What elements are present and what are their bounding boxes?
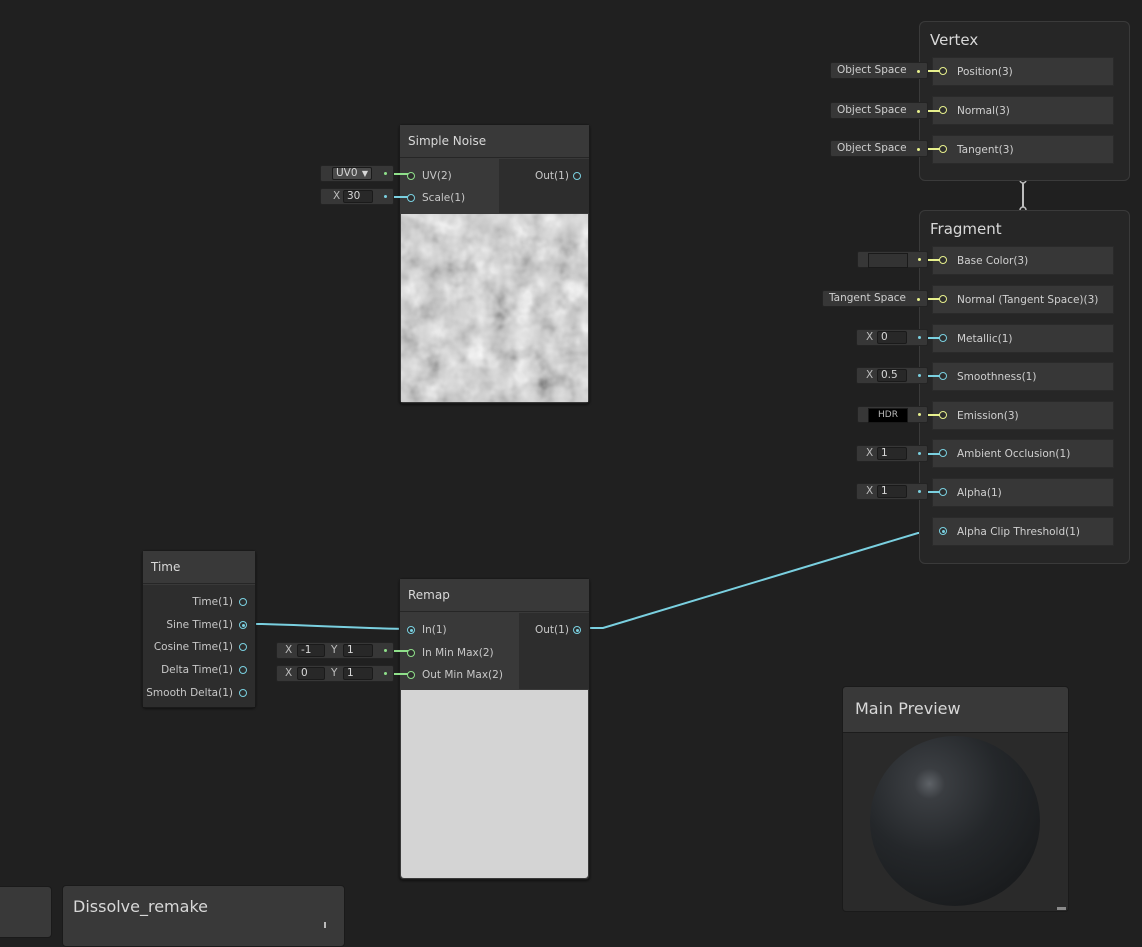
time-title: Time: [143, 551, 255, 584]
emission-default[interactable]: HDR: [857, 406, 928, 423]
metallic-slot[interactable]: Metallic(1): [932, 324, 1114, 353]
emission-slot[interactable]: Emission(3): [932, 401, 1114, 430]
ambient-occlusion-slot[interactable]: Ambient Occlusion(1): [932, 439, 1114, 468]
smoothness-port[interactable]: [939, 372, 947, 380]
normal-ts-port[interactable]: [939, 295, 947, 303]
ao-default[interactable]: X 1: [856, 445, 928, 462]
delta-time-port[interactable]: [239, 666, 247, 674]
uv-input-port[interactable]: [407, 172, 415, 180]
preview-sphere[interactable]: [869, 735, 1041, 907]
tangent-port[interactable]: [939, 145, 947, 153]
alpha-clip-port[interactable]: [939, 527, 947, 535]
tangent-space-dropdown[interactable]: Object Space: [830, 140, 928, 157]
alpha-input[interactable]: 1: [877, 485, 907, 498]
edge-sine-to-remap: [247, 623, 411, 630]
add-property-icon[interactable]: [324, 922, 326, 928]
remap-in-port[interactable]: [407, 626, 415, 634]
cosine-time-port[interactable]: [239, 643, 247, 651]
smoothness-input[interactable]: 0.5: [877, 369, 907, 382]
normal-space-dropdown[interactable]: Object Space: [830, 102, 928, 119]
out-min-y-input[interactable]: 1: [343, 667, 373, 680]
out-min-max-port[interactable]: [407, 671, 415, 679]
base-color-swatch[interactable]: [868, 253, 908, 268]
remap-node[interactable]: Remap In(1) In Min Max(2) Out Min Max(2)…: [399, 578, 590, 880]
alpha-clip-slot[interactable]: Alpha Clip Threshold(1): [932, 517, 1114, 546]
left-panel-stub[interactable]: [0, 886, 52, 938]
remap-out-label: Out(1): [535, 624, 569, 636]
position-space-dropdown[interactable]: Object Space: [830, 62, 928, 79]
in-min-x-input[interactable]: -1: [297, 644, 325, 657]
remap-in-label: In(1): [422, 624, 447, 636]
base-color-swatch-box[interactable]: [857, 251, 928, 268]
uv-label: UV(2): [422, 170, 452, 182]
main-preview-title: Main Preview: [855, 699, 961, 718]
scale-input-port[interactable]: [407, 194, 415, 202]
simple-noise-title: Simple Noise: [400, 125, 589, 158]
in-min-max-port[interactable]: [407, 649, 415, 657]
smooth-delta-label: Smooth Delta(1): [146, 687, 233, 699]
smooth-delta-port[interactable]: [239, 689, 247, 697]
scale-axis-label: X: [333, 190, 341, 202]
fragment-title: Fragment: [930, 220, 1002, 238]
scale-default-field[interactable]: X 30: [320, 188, 394, 205]
alpha-port[interactable]: [939, 488, 947, 496]
emission-hdr-swatch[interactable]: HDR: [868, 408, 908, 423]
chevron-down-icon: ▼: [361, 169, 368, 178]
blackboard-panel[interactable]: Dissolve_remake: [62, 885, 345, 947]
out-min-max-default[interactable]: X 0 Y 1: [276, 665, 394, 682]
time-node[interactable]: Time Time(1) Sine Time(1) Cosine Time(1)…: [142, 550, 256, 708]
position-port[interactable]: [939, 67, 947, 75]
noise-out-label: Out(1): [535, 170, 569, 182]
metallic-port[interactable]: [939, 334, 947, 342]
cosine-time-label: Cosine Time(1): [153, 641, 233, 653]
simple-noise-node[interactable]: Simple Noise UV(2) Scale(1) Out(1): [399, 124, 590, 404]
remap-out-port[interactable]: [573, 626, 581, 634]
normal-slot[interactable]: Normal (Tangent Space)(3): [932, 285, 1114, 314]
in-min-max-default[interactable]: X -1 Y 1: [276, 642, 394, 659]
blackboard-title: Dissolve_remake: [73, 897, 208, 916]
vertex-title: Vertex: [930, 31, 979, 49]
sine-time-port[interactable]: [239, 621, 247, 629]
smoothness-slot[interactable]: Smoothness(1): [932, 362, 1114, 391]
main-preview-panel[interactable]: Main Preview: [842, 686, 1069, 912]
time-output-label: Time(1): [192, 596, 233, 608]
base-color-port[interactable]: [939, 256, 947, 264]
normal-space-pill[interactable]: Tangent Space: [822, 290, 928, 307]
ao-port[interactable]: [939, 449, 947, 457]
noise-out-port[interactable]: [573, 172, 581, 180]
metallic-default[interactable]: X 0: [856, 329, 928, 346]
out-min-max-label: Out Min Max(2): [422, 669, 503, 681]
alpha-default[interactable]: X 1: [856, 483, 928, 500]
remap-title: Remap: [400, 579, 589, 612]
scale-value-input[interactable]: 30: [343, 190, 373, 203]
alpha-slot[interactable]: Alpha(1): [932, 478, 1114, 507]
vertex-normal-slot[interactable]: Normal(3): [932, 96, 1114, 125]
scale-label: Scale(1): [422, 192, 466, 204]
in-min-y-input[interactable]: 1: [343, 644, 373, 657]
uv-channel-value[interactable]: UV0 ▼: [332, 167, 372, 180]
delta-time-label: Delta Time(1): [161, 664, 233, 676]
edge-remap-to-alpha-clip: [580, 532, 934, 629]
emission-port[interactable]: [939, 411, 947, 419]
resize-handle-icon[interactable]: [1057, 907, 1066, 910]
smoothness-default[interactable]: X 0.5: [856, 367, 928, 384]
ao-input[interactable]: 1: [877, 447, 907, 460]
vertex-position-slot[interactable]: Position(3): [932, 57, 1114, 86]
time-output-port[interactable]: [239, 598, 247, 606]
uv-channel-dropdown[interactable]: UV0 ▼: [320, 165, 394, 182]
vertex-tangent-slot[interactable]: Tangent(3): [932, 135, 1114, 164]
metallic-input[interactable]: 0: [877, 331, 907, 344]
noise-preview: [401, 214, 588, 402]
remap-preview: [401, 690, 588, 878]
sine-time-label: Sine Time(1): [166, 619, 233, 631]
normal-port[interactable]: [939, 106, 947, 114]
in-min-max-label: In Min Max(2): [422, 647, 494, 659]
out-min-x-input[interactable]: 0: [297, 667, 325, 680]
base-color-slot[interactable]: Base Color(3): [932, 246, 1114, 275]
